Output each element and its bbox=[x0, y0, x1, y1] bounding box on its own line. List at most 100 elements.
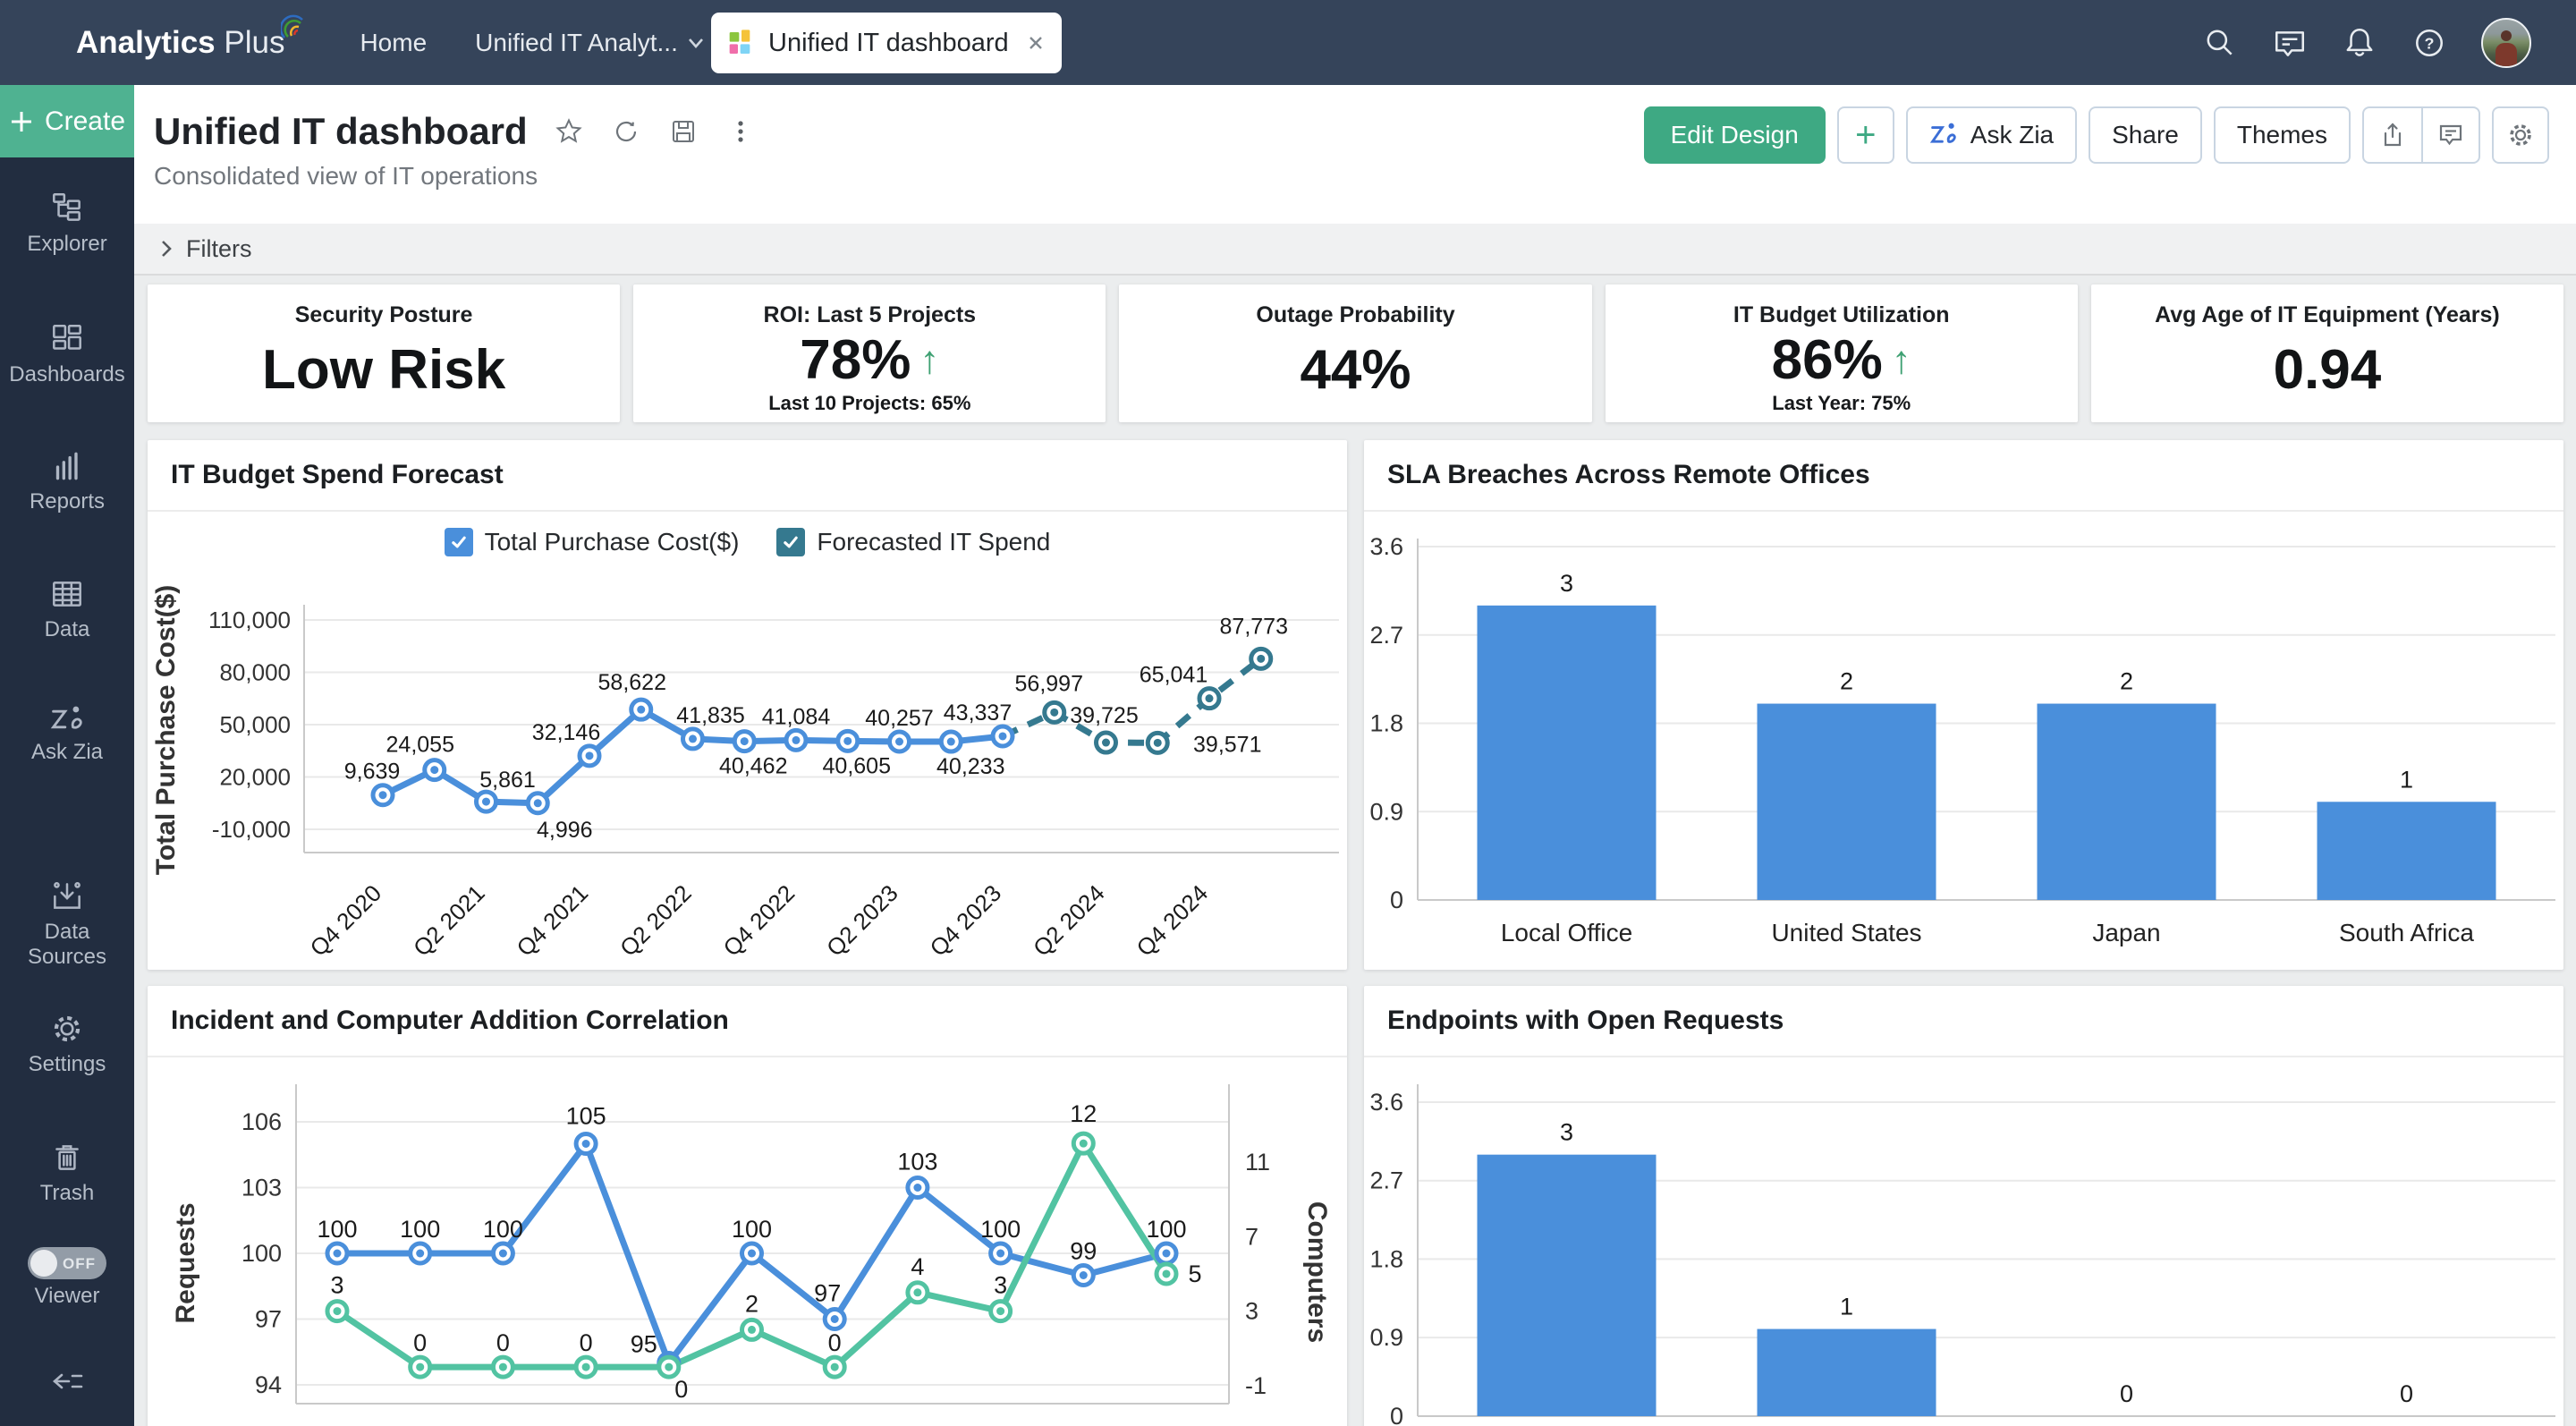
kpi-it-budget-utilization[interactable]: IT Budget Utilization 86% ↑ Last Year: 7… bbox=[1606, 284, 2078, 422]
refresh-icon[interactable] bbox=[610, 115, 642, 148]
checkbox-checked-icon bbox=[776, 528, 805, 556]
nav-home[interactable]: Home bbox=[360, 29, 427, 57]
sidebar-item-trash[interactable]: Trash bbox=[40, 1139, 94, 1206]
svg-text:100: 100 bbox=[400, 1216, 440, 1243]
export-icon[interactable] bbox=[2364, 108, 2421, 162]
svg-text:5: 5 bbox=[1188, 1260, 1201, 1287]
sidebar-item-data[interactable]: Data bbox=[45, 575, 90, 642]
viewer-label: Viewer bbox=[35, 1284, 100, 1309]
kpi-avg-age-it-equipment[interactable]: Avg Age of IT Equipment (Years) 0.94 bbox=[2091, 284, 2563, 422]
svg-text:1.8: 1.8 bbox=[1369, 1245, 1403, 1272]
svg-text:40,462: 40,462 bbox=[719, 754, 787, 779]
user-avatar[interactable] bbox=[2481, 18, 2531, 68]
kpi-row: Security Posture Low Risk ROI: Last 5 Pr… bbox=[148, 284, 2563, 422]
collapse-arrow-icon bbox=[47, 1365, 87, 1397]
svg-text:110,000: 110,000 bbox=[208, 607, 291, 633]
svg-text:100: 100 bbox=[980, 1216, 1021, 1243]
more-options-kebab-icon[interactable] bbox=[724, 115, 757, 148]
panel-title: Endpoints with Open Requests bbox=[1387, 1006, 1784, 1036]
sidebar-item-reports[interactable]: Reports bbox=[30, 447, 105, 514]
notifications-icon[interactable] bbox=[2342, 25, 2377, 61]
svg-text:94: 94 bbox=[255, 1371, 282, 1398]
svg-text:50,000: 50,000 bbox=[219, 711, 291, 738]
svg-text:12: 12 bbox=[1070, 1100, 1097, 1127]
sidebar-item-data-sources[interactable]: Data Sources bbox=[9, 878, 125, 969]
sla-breaches-bar-chart[interactable]: 3.62.71.80.903Local Office2United States… bbox=[1364, 512, 2563, 970]
sidebar-item-ask-zia[interactable]: Ask Zia bbox=[31, 703, 103, 765]
favorite-star-icon[interactable] bbox=[553, 115, 585, 148]
left-sidebar: Create Explorer Dashboards Reports Data … bbox=[0, 85, 134, 1426]
legend-total-purchase-cost[interactable]: Total Purchase Cost($) bbox=[445, 528, 740, 556]
svg-text:Q4 2020: Q4 2020 bbox=[304, 879, 386, 962]
svg-text:Q4 2021: Q4 2021 bbox=[511, 879, 593, 962]
svg-text:39,725: 39,725 bbox=[1070, 703, 1138, 728]
svg-text:95: 95 bbox=[631, 1331, 657, 1358]
kpi-subtext: Last 10 Projects: 65% bbox=[768, 392, 970, 415]
svg-text:0: 0 bbox=[828, 1329, 842, 1356]
incident-correlation-line-chart[interactable]: 10610310097941173-1RequestsComputers1001… bbox=[148, 1057, 1347, 1426]
svg-text:Computers: Computers bbox=[1302, 1201, 1332, 1343]
svg-text:Requests: Requests bbox=[171, 1202, 200, 1323]
toggle-state-label: OFF bbox=[63, 1255, 96, 1273]
sidebar-item-dashboards[interactable]: Dashboards bbox=[9, 320, 124, 387]
legend-forecasted-it-spend[interactable]: Forecasted IT Spend bbox=[776, 528, 1050, 556]
svg-text:Q2 2022: Q2 2022 bbox=[614, 879, 697, 962]
comments-icon[interactable] bbox=[2421, 108, 2479, 162]
svg-text:0: 0 bbox=[580, 1329, 593, 1356]
it-budget-forecast-line-chart[interactable]: 110,00080,00050,00020,000-10,000Total Pu… bbox=[148, 573, 1347, 970]
sidebar-item-label: Ask Zia bbox=[31, 740, 103, 765]
kpi-subtext: Last Year: 75% bbox=[1772, 392, 1911, 415]
edit-design-button[interactable]: Edit Design bbox=[1644, 106, 1826, 164]
close-icon[interactable] bbox=[1026, 33, 1046, 53]
collapse-sidebar-button[interactable] bbox=[47, 1365, 87, 1402]
dashboard-settings-gear-icon[interactable] bbox=[2492, 106, 2549, 164]
kpi-roi-last-5-projects[interactable]: ROI: Last 5 Projects 78% ↑ Last 10 Proje… bbox=[633, 284, 1106, 422]
save-icon[interactable] bbox=[667, 115, 699, 148]
sidebar-item-settings[interactable]: Settings bbox=[29, 1010, 106, 1077]
svg-text:0: 0 bbox=[1390, 1403, 1403, 1426]
sidebar-item-explorer[interactable]: Explorer bbox=[27, 190, 106, 257]
svg-text:2.7: 2.7 bbox=[1369, 1167, 1403, 1194]
tab-unified-it-dashboard[interactable]: Unified IT dashboard bbox=[711, 13, 1062, 73]
create-button[interactable]: Create bbox=[0, 85, 134, 157]
svg-text:87,773: 87,773 bbox=[1220, 614, 1288, 639]
sidebar-item-label: Explorer bbox=[27, 232, 106, 257]
svg-text:20,000: 20,000 bbox=[219, 764, 291, 791]
kpi-value: 78% bbox=[800, 328, 911, 392]
svg-text:3: 3 bbox=[1560, 570, 1573, 597]
export-comment-button-group bbox=[2362, 106, 2480, 164]
add-widget-button[interactable]: + bbox=[1837, 106, 1894, 164]
svg-text:105: 105 bbox=[566, 1103, 606, 1130]
themes-button[interactable]: Themes bbox=[2214, 106, 2351, 164]
svg-text:Q2 2024: Q2 2024 bbox=[1028, 879, 1110, 962]
svg-text:32,146: 32,146 bbox=[532, 720, 600, 745]
gear-icon bbox=[48, 1010, 86, 1048]
svg-text:1: 1 bbox=[1840, 1294, 1853, 1320]
svg-text:41,084: 41,084 bbox=[762, 704, 831, 729]
chevron-right-icon bbox=[159, 238, 174, 259]
panel-sla-breaches: SLA Breaches Across Remote Offices 3.62.… bbox=[1364, 440, 2563, 970]
data-sources-icon bbox=[48, 878, 86, 915]
ask-zia-button[interactable]: Ask Zia bbox=[1906, 106, 2077, 164]
feedback-icon[interactable] bbox=[2272, 25, 2308, 61]
filters-bar[interactable]: Filters bbox=[134, 224, 2576, 276]
panel-title: IT Budget Spend Forecast bbox=[171, 460, 504, 490]
svg-text:97: 97 bbox=[255, 1306, 282, 1333]
kpi-title: Avg Age of IT Equipment (Years) bbox=[2155, 302, 2500, 328]
svg-text:4,996: 4,996 bbox=[537, 818, 593, 843]
filters-label: Filters bbox=[186, 235, 252, 263]
reports-icon bbox=[48, 447, 86, 485]
nav-workspace-dropdown[interactable]: Unified IT Analyt... bbox=[475, 29, 705, 57]
endpoints-open-requests-bar-chart[interactable]: 3.62.71.80.903100 bbox=[1364, 1057, 2563, 1426]
svg-text:100: 100 bbox=[317, 1216, 357, 1243]
viewer-toggle[interactable]: OFF bbox=[28, 1247, 106, 1279]
trend-up-arrow-icon: ↑ bbox=[1892, 338, 1911, 383]
kpi-outage-probability[interactable]: Outage Probability 44% bbox=[1119, 284, 1591, 422]
ask-zia-label: Ask Zia bbox=[1970, 121, 2054, 149]
share-button[interactable]: Share bbox=[2089, 106, 2202, 164]
help-icon[interactable]: ? bbox=[2411, 25, 2447, 61]
legend-label: Total Purchase Cost($) bbox=[485, 528, 740, 556]
svg-text:40,233: 40,233 bbox=[936, 754, 1004, 779]
search-icon[interactable] bbox=[2202, 25, 2238, 61]
kpi-security-posture[interactable]: Security Posture Low Risk bbox=[148, 284, 620, 422]
